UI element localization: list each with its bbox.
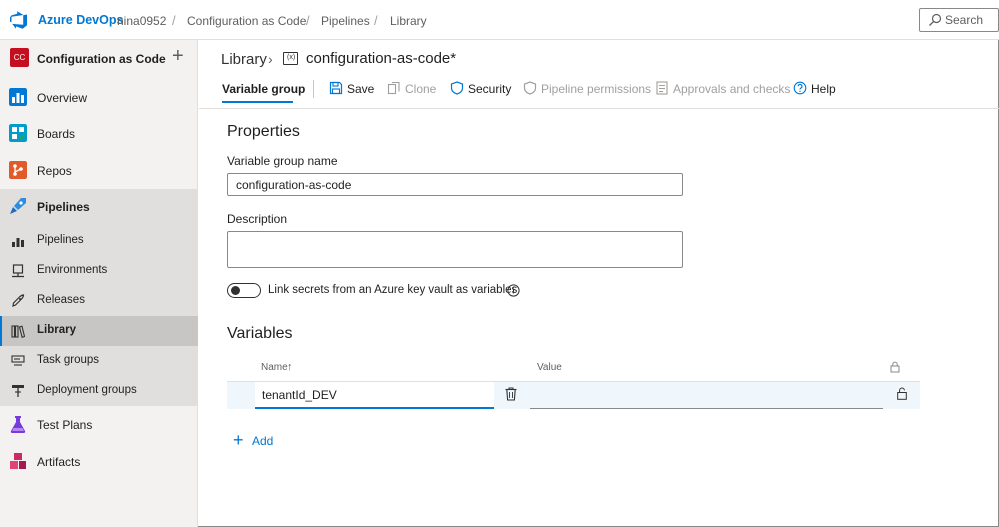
sidebar-item-boards[interactable]: Boards	[0, 116, 198, 150]
chevron-right-icon: ›	[268, 51, 273, 67]
key-vault-toggle[interactable]	[227, 283, 261, 298]
test-plans-icon	[10, 416, 26, 433]
properties-heading: Properties	[227, 123, 300, 140]
sidebar-subitem-deployment-groups[interactable]: Deployment groups	[0, 376, 198, 406]
sidebar-subitem-task-groups[interactable]: Task groups	[0, 346, 198, 376]
brand-name[interactable]: Azure DevOps	[38, 13, 123, 27]
lock-icon	[890, 361, 900, 373]
clone-button[interactable]: Clone	[405, 82, 436, 96]
description-field[interactable]	[227, 231, 683, 268]
breadcrumb-library[interactable]: Library	[390, 14, 427, 28]
save-button[interactable]: Save	[347, 82, 374, 96]
header-divider	[199, 108, 999, 109]
search-input[interactable]: Search	[919, 8, 999, 32]
add-icon[interactable]: +	[172, 46, 184, 66]
sidebar-item-repos[interactable]: Repos	[0, 153, 198, 187]
sidebar-item-label: Overview	[37, 91, 88, 105]
shield-icon	[450, 81, 464, 95]
key-vault-toggle-label: Link secrets from an Azure key vault as …	[268, 284, 518, 296]
checklist-icon	[656, 81, 668, 95]
security-button[interactable]: Security	[468, 82, 511, 96]
pipelines-sub-icon	[12, 238, 24, 247]
variable-group-name-field[interactable]: configuration-as-code	[227, 173, 683, 196]
approvals-and-checks-button[interactable]: Approvals and checks	[673, 82, 790, 96]
boards-icon	[9, 124, 27, 142]
breadcrumb-org[interactable]: nina0952	[117, 14, 166, 28]
sidebar-item-label: Pipelines	[37, 200, 90, 214]
breadcrumb-pipelines[interactable]: Pipelines	[321, 14, 370, 28]
toolbar-divider	[313, 80, 314, 98]
sidebar-subitem-library[interactable]: Library	[0, 316, 198, 346]
breadcrumb-separator: /	[374, 13, 378, 28]
info-icon[interactable]	[507, 284, 520, 297]
artifacts-icon	[10, 453, 26, 469]
sidebar-item-test-plans[interactable]: Test Plans	[0, 407, 198, 441]
sidebar-item-artifacts[interactable]: Artifacts	[0, 444, 198, 478]
column-header-value: Value	[537, 362, 562, 373]
environments-icon	[12, 264, 24, 278]
releases-icon	[12, 294, 25, 307]
shield-icon	[523, 81, 537, 95]
sidebar-subitem-label: Library	[37, 324, 76, 336]
project-header[interactable]: CC Configuration as Code +	[0, 40, 198, 78]
sidebar-subitem-releases[interactable]: Releases	[0, 286, 198, 316]
breadcrumb-separator: /	[306, 13, 310, 28]
breadcrumb-separator: /	[172, 13, 176, 28]
tab-variable-group[interactable]: Variable group	[222, 82, 305, 96]
sidebar-item-pipelines[interactable]: Pipelines	[0, 189, 198, 223]
breadcrumb-project[interactable]: Configuration as Code	[187, 14, 306, 28]
tab-active-indicator	[222, 101, 293, 103]
search-icon	[929, 13, 942, 26]
sidebar-item-label: Artifacts	[37, 455, 81, 469]
page-title: configuration-as-code*	[306, 50, 457, 67]
save-icon	[329, 81, 343, 95]
add-icon: +	[233, 430, 244, 450]
pipelines-group: Pipelines Pipelines Environments Release…	[0, 189, 198, 406]
sidebar-subitem-pipelines[interactable]: Pipelines	[0, 226, 198, 256]
toggle-knob	[231, 286, 240, 295]
library-link[interactable]: Library	[221, 51, 267, 68]
sidebar-subitem-label: Task groups	[37, 354, 100, 366]
sidebar-subitem-label: Pipelines	[37, 234, 84, 246]
project-name: Configuration as Code	[37, 52, 166, 66]
sidebar-item-label: Repos	[37, 164, 72, 178]
variable-group-icon: (x)	[283, 52, 298, 65]
overview-icon	[9, 88, 27, 106]
lock-icon[interactable]	[897, 387, 907, 400]
sidebar-subitem-label: Deployment groups	[37, 384, 137, 396]
repos-icon	[9, 161, 27, 179]
sidebar: CC Configuration as Code + Overview Boar…	[0, 40, 198, 527]
deployment-groups-icon	[12, 385, 24, 397]
description-label: Description	[227, 212, 288, 226]
variable-name-input[interactable]: tenantId_DEV	[255, 382, 494, 409]
help-icon	[793, 81, 807, 95]
pipeline-permissions-button[interactable]: Pipeline permissions	[541, 82, 651, 96]
library-icon	[11, 325, 25, 338]
sidebar-subitem-label: Environments	[37, 264, 108, 276]
help-button[interactable]: Help	[811, 82, 836, 96]
variable-value-input[interactable]	[530, 385, 883, 409]
project-avatar: CC	[10, 48, 29, 67]
pipelines-icon	[10, 198, 26, 214]
sort-ascending-icon[interactable]: ↑	[287, 361, 293, 373]
task-groups-icon	[11, 355, 25, 366]
column-header-name[interactable]: Name	[261, 362, 288, 373]
top-bar: Azure DevOps nina0952 / Configuration as…	[0, 0, 999, 40]
sidebar-subitem-label: Releases	[37, 294, 85, 306]
sidebar-subitem-environments[interactable]: Environments	[0, 256, 198, 286]
trash-icon[interactable]	[505, 387, 517, 401]
sidebar-item-overview[interactable]: Overview	[0, 80, 198, 114]
azure-devops-logo-icon[interactable]	[10, 11, 28, 29]
variables-heading: Variables	[227, 325, 293, 342]
sidebar-item-label: Boards	[37, 127, 76, 141]
search-placeholder: Search	[945, 13, 984, 27]
add-variable-button[interactable]: Add	[252, 434, 273, 448]
sidebar-item-label: Test Plans	[37, 418, 93, 432]
clone-icon	[387, 81, 400, 95]
variable-group-name-label: Variable group name	[227, 154, 338, 168]
